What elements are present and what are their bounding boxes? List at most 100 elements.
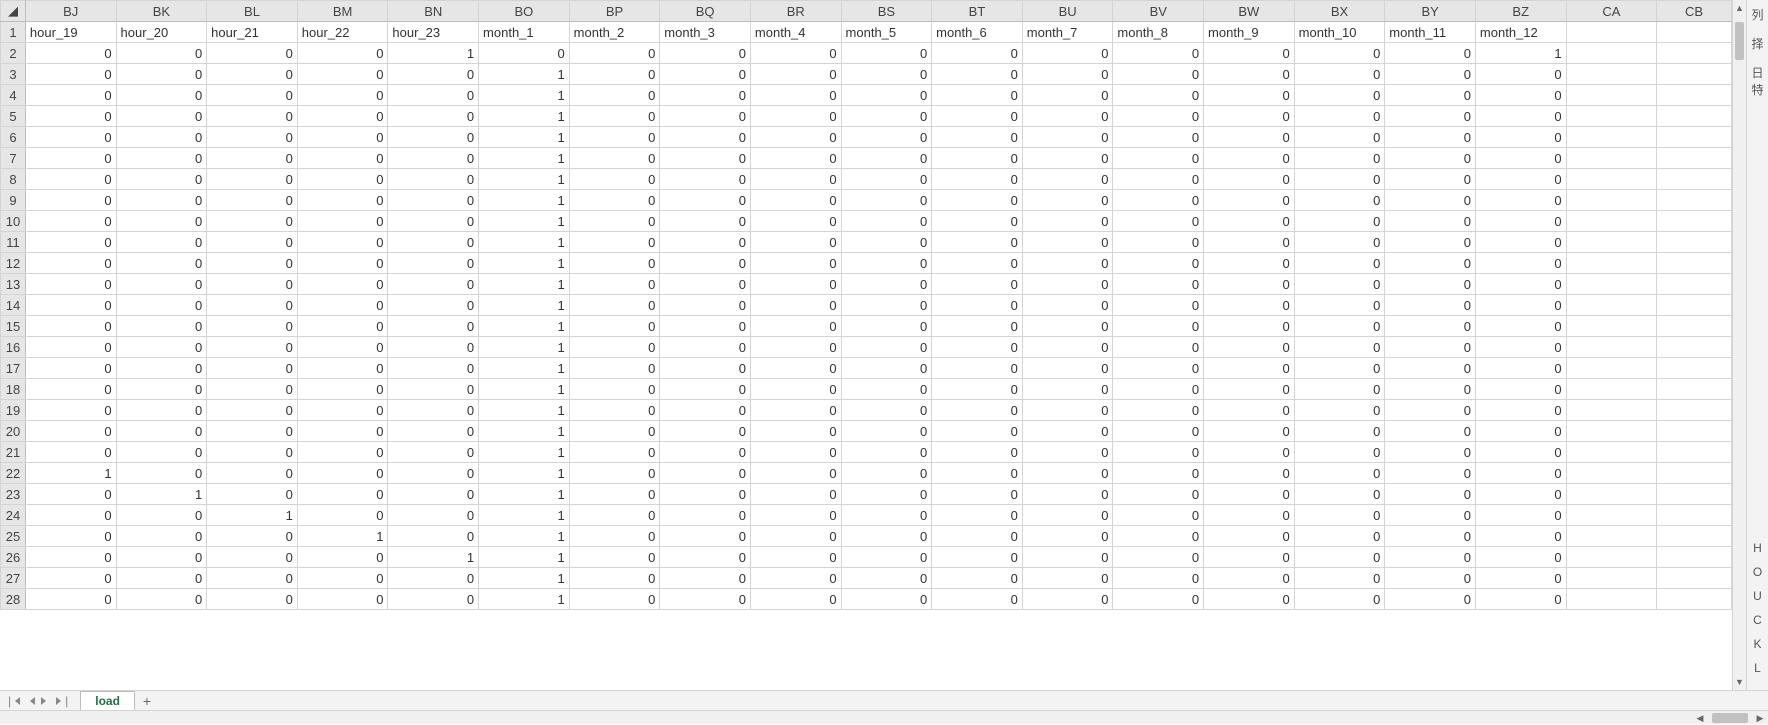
cell[interactable] bbox=[1566, 43, 1657, 64]
cell[interactable]: 0 bbox=[569, 337, 660, 358]
col-header[interactable]: BY bbox=[1385, 1, 1476, 22]
cell[interactable]: 0 bbox=[932, 253, 1023, 274]
cell[interactable]: 0 bbox=[1204, 463, 1295, 484]
cell[interactable]: month_8 bbox=[1113, 22, 1204, 43]
cell[interactable]: 0 bbox=[1022, 568, 1113, 589]
cell[interactable]: 1 bbox=[479, 106, 570, 127]
cell[interactable]: 1 bbox=[479, 421, 570, 442]
cell[interactable]: 0 bbox=[1204, 337, 1295, 358]
cell[interactable]: 0 bbox=[1022, 484, 1113, 505]
cell[interactable]: 0 bbox=[1022, 253, 1113, 274]
table-row[interactable]: 1400000100000000000 bbox=[1, 295, 1732, 316]
cell[interactable]: 0 bbox=[1385, 169, 1476, 190]
cell[interactable]: 0 bbox=[1113, 337, 1204, 358]
cell[interactable]: 0 bbox=[388, 85, 479, 106]
cell[interactable]: 1 bbox=[297, 526, 388, 547]
cell[interactable]: 0 bbox=[569, 463, 660, 484]
cell[interactable]: 0 bbox=[25, 295, 116, 316]
cell[interactable]: 0 bbox=[1385, 253, 1476, 274]
cell[interactable]: 0 bbox=[1204, 64, 1295, 85]
cell[interactable]: 0 bbox=[750, 253, 841, 274]
cell[interactable]: 0 bbox=[1475, 232, 1566, 253]
cell[interactable]: 0 bbox=[569, 64, 660, 85]
cell[interactable] bbox=[1566, 85, 1657, 106]
cell[interactable]: 0 bbox=[207, 43, 298, 64]
cell[interactable]: 0 bbox=[297, 190, 388, 211]
cell[interactable]: 0 bbox=[25, 127, 116, 148]
cell[interactable]: 0 bbox=[207, 232, 298, 253]
cell[interactable]: 0 bbox=[932, 274, 1023, 295]
cell[interactable]: 0 bbox=[841, 232, 932, 253]
cell[interactable]: 0 bbox=[1022, 169, 1113, 190]
cell[interactable]: 0 bbox=[660, 85, 751, 106]
cell[interactable]: 0 bbox=[1204, 169, 1295, 190]
cell[interactable]: 0 bbox=[116, 232, 207, 253]
row-header[interactable]: 14 bbox=[1, 295, 26, 316]
cell[interactable]: 0 bbox=[1294, 400, 1385, 421]
cell[interactable]: 0 bbox=[1294, 568, 1385, 589]
cell[interactable]: 0 bbox=[388, 64, 479, 85]
cell[interactable]: month_9 bbox=[1204, 22, 1295, 43]
cell[interactable]: 0 bbox=[1204, 274, 1295, 295]
cell[interactable]: 0 bbox=[25, 484, 116, 505]
cell[interactable] bbox=[1657, 358, 1732, 379]
cell[interactable]: 0 bbox=[25, 148, 116, 169]
cell[interactable]: 0 bbox=[25, 547, 116, 568]
cell[interactable]: 0 bbox=[1022, 526, 1113, 547]
cell[interactable]: 0 bbox=[1475, 211, 1566, 232]
cell[interactable]: 0 bbox=[1385, 337, 1476, 358]
cell[interactable]: 0 bbox=[1294, 106, 1385, 127]
row-header[interactable]: 19 bbox=[1, 400, 26, 421]
row-header[interactable]: 16 bbox=[1, 337, 26, 358]
cell[interactable] bbox=[1566, 253, 1657, 274]
cell[interactable]: 0 bbox=[297, 463, 388, 484]
cell[interactable]: 0 bbox=[1113, 421, 1204, 442]
hscroll-thumb[interactable] bbox=[1712, 713, 1748, 723]
cell[interactable]: 0 bbox=[116, 43, 207, 64]
cell[interactable] bbox=[1657, 64, 1732, 85]
cell[interactable]: 0 bbox=[1385, 106, 1476, 127]
cell[interactable]: 0 bbox=[1294, 526, 1385, 547]
cell[interactable] bbox=[1657, 274, 1732, 295]
cell[interactable]: 0 bbox=[1294, 43, 1385, 64]
cell[interactable]: 0 bbox=[1475, 127, 1566, 148]
cell[interactable] bbox=[1566, 211, 1657, 232]
table-row[interactable]: 1100000100000000000 bbox=[1, 232, 1732, 253]
add-sheet-button[interactable]: + bbox=[143, 693, 151, 709]
cell[interactable]: 0 bbox=[932, 379, 1023, 400]
cell[interactable]: 0 bbox=[116, 169, 207, 190]
cell[interactable]: 0 bbox=[932, 442, 1023, 463]
cell[interactable] bbox=[1566, 358, 1657, 379]
side-letter[interactable]: U bbox=[1747, 584, 1768, 608]
cell[interactable] bbox=[1657, 190, 1732, 211]
cell[interactable]: 0 bbox=[297, 274, 388, 295]
col-header[interactable]: CB bbox=[1657, 1, 1732, 22]
col-header[interactable]: BM bbox=[297, 1, 388, 22]
cell[interactable]: 0 bbox=[1204, 148, 1295, 169]
cell[interactable]: 0 bbox=[1294, 85, 1385, 106]
cell[interactable]: 0 bbox=[841, 148, 932, 169]
cell[interactable]: 1 bbox=[479, 316, 570, 337]
cell[interactable]: 0 bbox=[388, 505, 479, 526]
cell[interactable]: 0 bbox=[1475, 148, 1566, 169]
cell[interactable]: 0 bbox=[207, 169, 298, 190]
cell[interactable]: 0 bbox=[116, 400, 207, 421]
cell[interactable]: 0 bbox=[660, 589, 751, 610]
cell[interactable]: 0 bbox=[207, 442, 298, 463]
cell[interactable]: 0 bbox=[841, 127, 932, 148]
cell[interactable]: 0 bbox=[1204, 421, 1295, 442]
cell[interactable]: 0 bbox=[569, 127, 660, 148]
cell[interactable]: 0 bbox=[1294, 589, 1385, 610]
cell[interactable]: 0 bbox=[1022, 85, 1113, 106]
row-header[interactable]: 26 bbox=[1, 547, 26, 568]
cell[interactable]: 0 bbox=[297, 211, 388, 232]
cell[interactable]: 0 bbox=[1294, 337, 1385, 358]
cell[interactable]: 0 bbox=[750, 463, 841, 484]
cell[interactable] bbox=[1566, 442, 1657, 463]
cell[interactable]: 0 bbox=[25, 358, 116, 379]
cell[interactable]: 0 bbox=[1475, 568, 1566, 589]
cell[interactable]: 0 bbox=[479, 43, 570, 64]
cell[interactable]: 0 bbox=[25, 421, 116, 442]
cell[interactable]: 1 bbox=[479, 85, 570, 106]
cell[interactable]: 0 bbox=[25, 337, 116, 358]
